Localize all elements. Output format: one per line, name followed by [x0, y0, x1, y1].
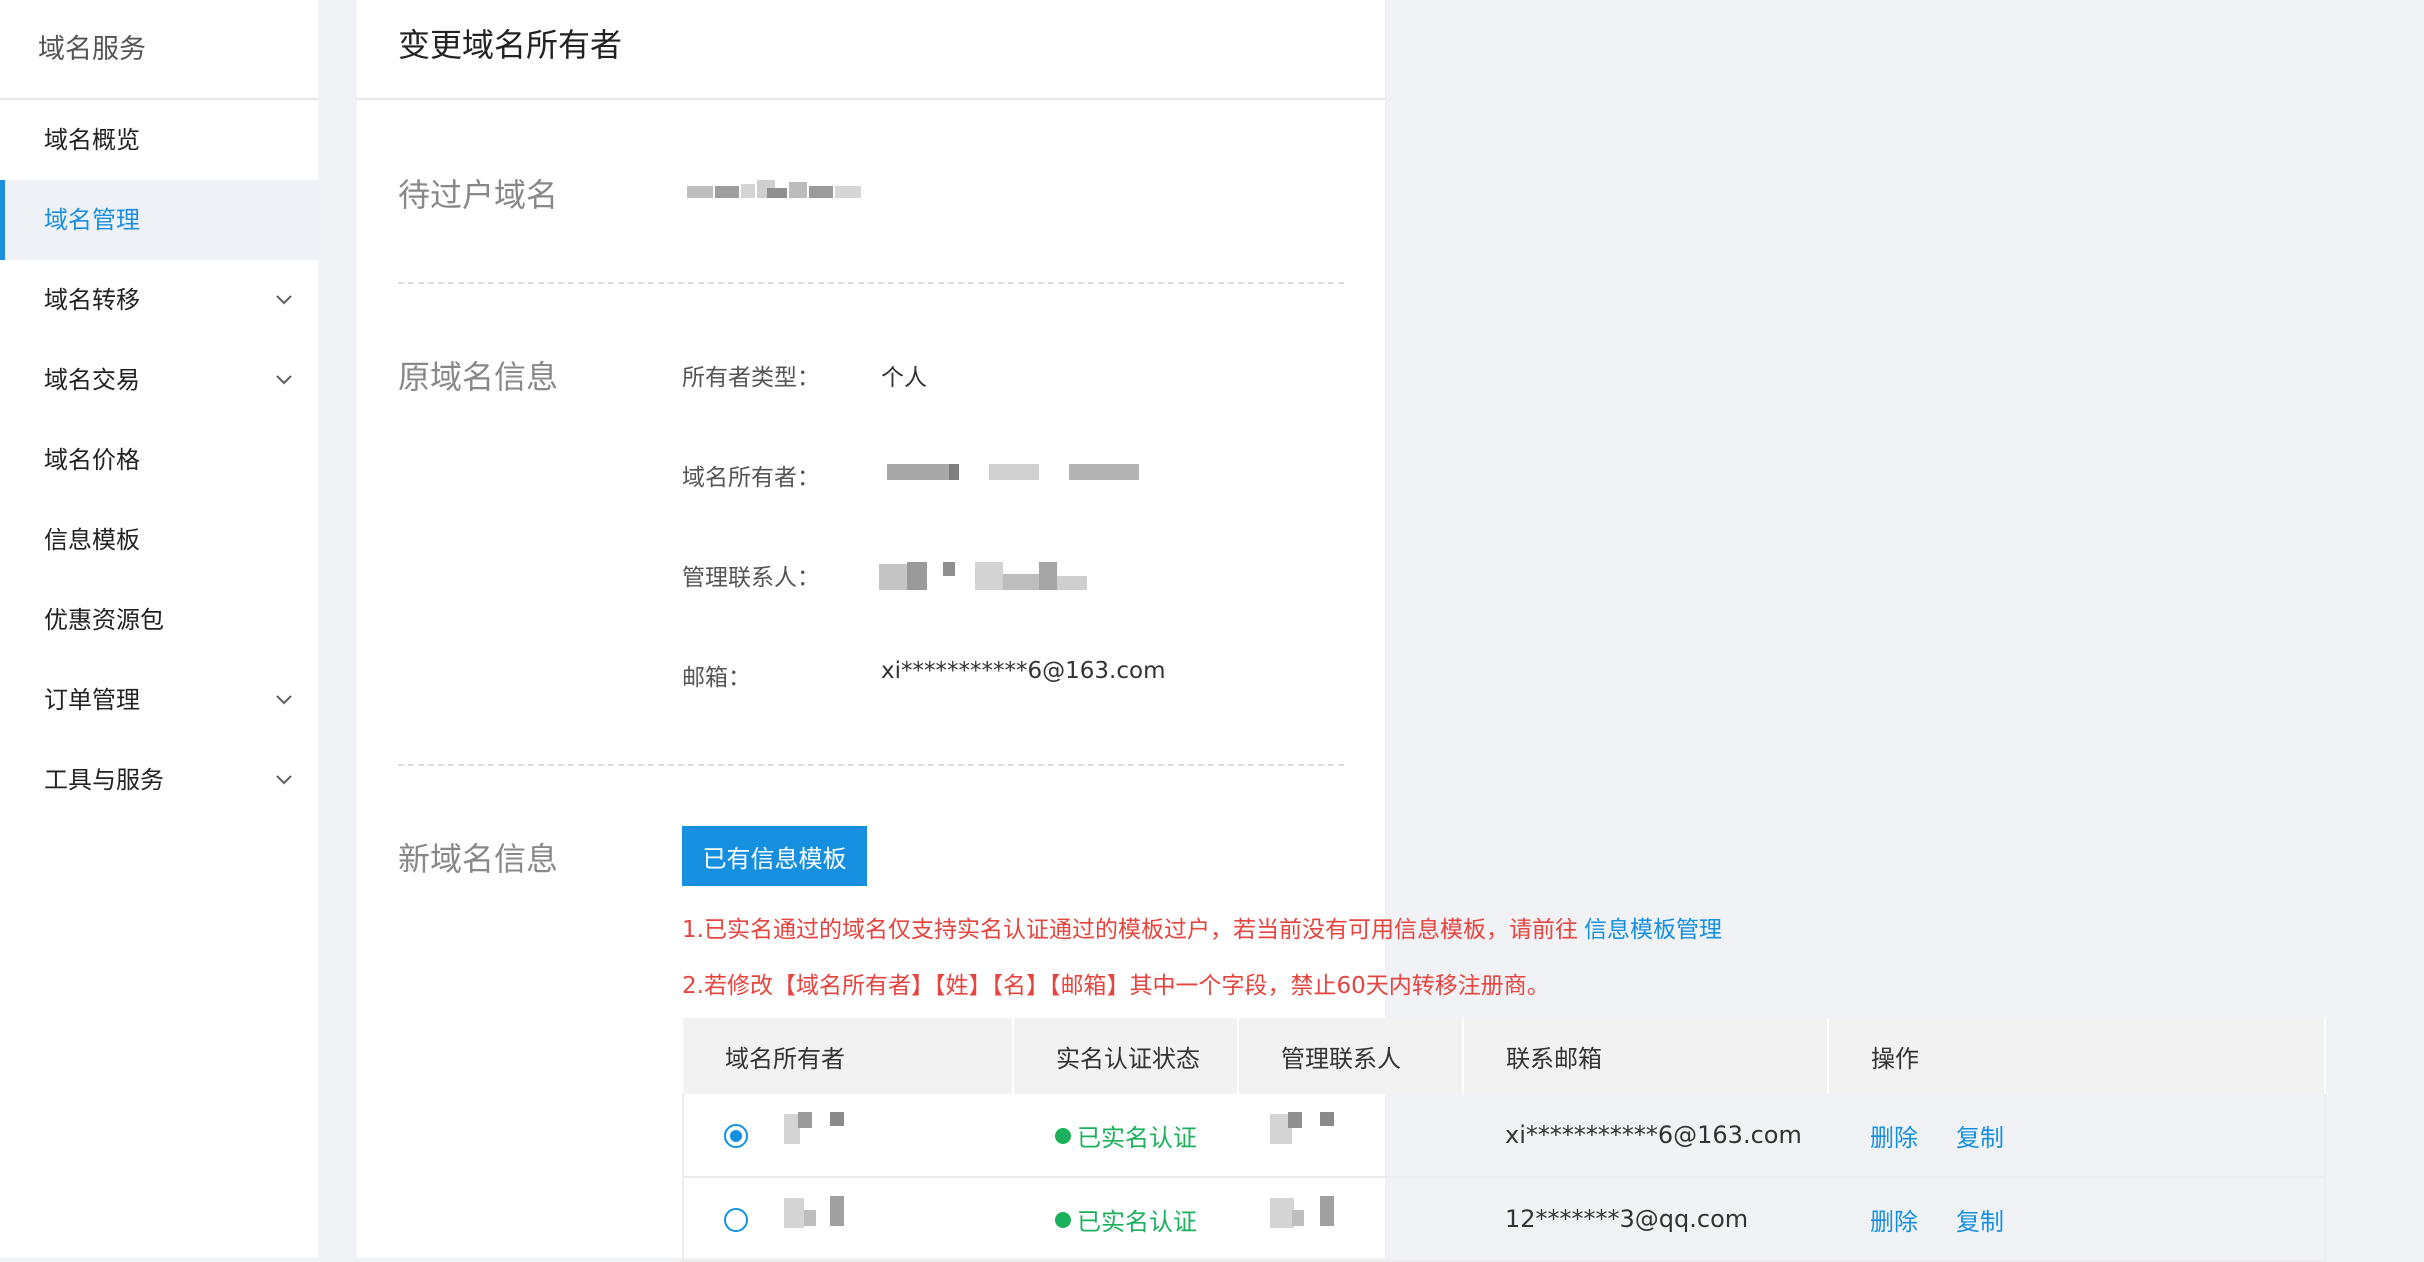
delete-button[interactable]: 删除 [1870, 1124, 1918, 1152]
owner-type-label: 所有者类型： [682, 365, 820, 391]
table-row: 已实名认证 12*******3@qq.com 删除 复制 [682, 1177, 2326, 1262]
sidebar-item-tools-services[interactable]: 工具与服务 [0, 740, 318, 820]
notice-1-text: 1.已实名通过的域名仅支持实名认证通过的模板过户，若当前没有可用信息模板，请前往 [682, 917, 1578, 943]
sidebar-title: 域名服务 [0, 0, 318, 100]
sidebar-item-order-management[interactable]: 订单管理 [0, 660, 318, 740]
sidebar-item-label: 域名概览 [44, 126, 140, 154]
pending-domain-label: 待过户域名 [398, 176, 559, 214]
contact-redacted [1270, 1196, 1350, 1230]
status-text: 已实名认证 [1077, 1207, 1197, 1236]
status-dot-icon [1055, 1127, 1071, 1144]
column-header-contact: 管理联系人 [1238, 1018, 1464, 1094]
existing-template-button[interactable]: 已有信息模板 [682, 826, 867, 886]
section-divider [398, 282, 1344, 284]
main-panel: 变更域名所有者 待过户域名 原域名信息 所有者类型： 个人 域名所有者： 管理联… [357, 0, 2326, 1262]
table-row: 已实名认证 xi***********6@163.com 删除 复制 [682, 1094, 2326, 1178]
sidebar-item-label: 订单管理 [44, 686, 140, 714]
column-header-owner: 域名所有者 [683, 1018, 1014, 1094]
status-cell: 已实名认证 [1013, 1094, 1238, 1178]
notice-line-2: 2.若修改【域名所有者】【姓】【名】【邮箱】其中一个字段，禁止60天内转移注册商… [682, 973, 1550, 999]
sidebar-item-label: 优惠资源包 [44, 606, 164, 634]
chevron-down-icon [276, 775, 292, 785]
verified-status: 已实名认证 [1055, 1124, 1197, 1152]
notice-line-1: 1.已实名通过的域名仅支持实名认证通过的模板过户，若当前没有可用信息模板，请前往… [682, 910, 1722, 944]
column-header-email: 联系邮箱 [1463, 1018, 1829, 1094]
verified-status: 已实名认证 [1055, 1208, 1197, 1236]
sidebar-item-domain-transfer[interactable]: 域名转移 [0, 260, 318, 340]
owner-label: 域名所有者： [682, 465, 820, 491]
column-header-actions: 操作 [1828, 1018, 2326, 1094]
contact-redacted [1270, 1112, 1350, 1146]
sidebar-item-label: 域名价格 [44, 446, 140, 474]
email-cell: 12*******3@qq.com [1463, 1177, 1828, 1262]
owner-redacted [879, 460, 1179, 480]
pending-domain-redacted [687, 180, 862, 200]
owner-redacted [784, 1196, 854, 1230]
status-text: 已实名认证 [1077, 1123, 1197, 1152]
email-cell: xi***********6@163.com [1463, 1094, 1828, 1178]
copy-button[interactable]: 复制 [1956, 1208, 2004, 1236]
sidebar-item-discount-package[interactable]: 优惠资源包 [0, 580, 318, 660]
admin-contact-redacted [879, 556, 1179, 590]
template-management-link[interactable]: 信息模板管理 [1584, 917, 1722, 943]
chevron-down-icon [276, 295, 292, 305]
sidebar: 域名服务 域名概览 域名管理 域名转移 域名交易 域名价格 信息模板 优惠资源包… [0, 0, 318, 1258]
original-info-label: 原域名信息 [398, 358, 559, 396]
chevron-down-icon [276, 695, 292, 705]
contact-cell [1238, 1094, 1463, 1178]
page-title: 变更域名所有者 [357, 0, 1385, 100]
admin-contact-label: 管理联系人： [682, 565, 820, 591]
chevron-down-icon [276, 375, 292, 385]
sidebar-item-label: 域名交易 [44, 366, 140, 394]
section-divider [398, 764, 1344, 766]
owner-redacted [784, 1112, 854, 1146]
email-label: 邮箱： [682, 665, 751, 691]
contact-cell [1238, 1177, 1463, 1262]
sidebar-item-info-template[interactable]: 信息模板 [0, 500, 318, 580]
select-radio[interactable] [724, 1208, 748, 1232]
sidebar-item-overview[interactable]: 域名概览 [0, 100, 318, 180]
select-radio-selected[interactable] [724, 1124, 748, 1148]
actions-cell: 删除 复制 [1828, 1177, 2326, 1262]
copy-button[interactable]: 复制 [1956, 1124, 2004, 1152]
actions-cell: 删除 复制 [1828, 1094, 2326, 1178]
status-cell: 已实名认证 [1013, 1177, 1238, 1262]
sidebar-item-domain-management[interactable]: 域名管理 [0, 180, 318, 260]
sidebar-item-label: 域名转移 [44, 286, 140, 314]
sidebar-item-domain-price[interactable]: 域名价格 [0, 420, 318, 500]
email-value: xi***********6@163.com [881, 658, 1166, 684]
owner-cell [682, 1177, 1013, 1262]
delete-button[interactable]: 删除 [1870, 1208, 1918, 1236]
sidebar-item-label: 信息模板 [44, 526, 140, 554]
sidebar-item-label: 域名管理 [44, 206, 140, 234]
new-info-label: 新域名信息 [398, 840, 559, 878]
owner-type-value: 个人 [881, 365, 927, 391]
column-header-status: 实名认证状态 [1013, 1018, 1239, 1094]
status-dot-icon [1055, 1211, 1071, 1228]
owner-cell [682, 1094, 1013, 1178]
sidebar-item-domain-trading[interactable]: 域名交易 [0, 340, 318, 420]
template-table: 域名所有者 实名认证状态 管理联系人 联系邮箱 操作 已实名认证 xi*****… [682, 1018, 2326, 1262]
table-header-row: 域名所有者 实名认证状态 管理联系人 联系邮箱 操作 [683, 1018, 2326, 1094]
sidebar-item-label: 工具与服务 [44, 766, 164, 794]
